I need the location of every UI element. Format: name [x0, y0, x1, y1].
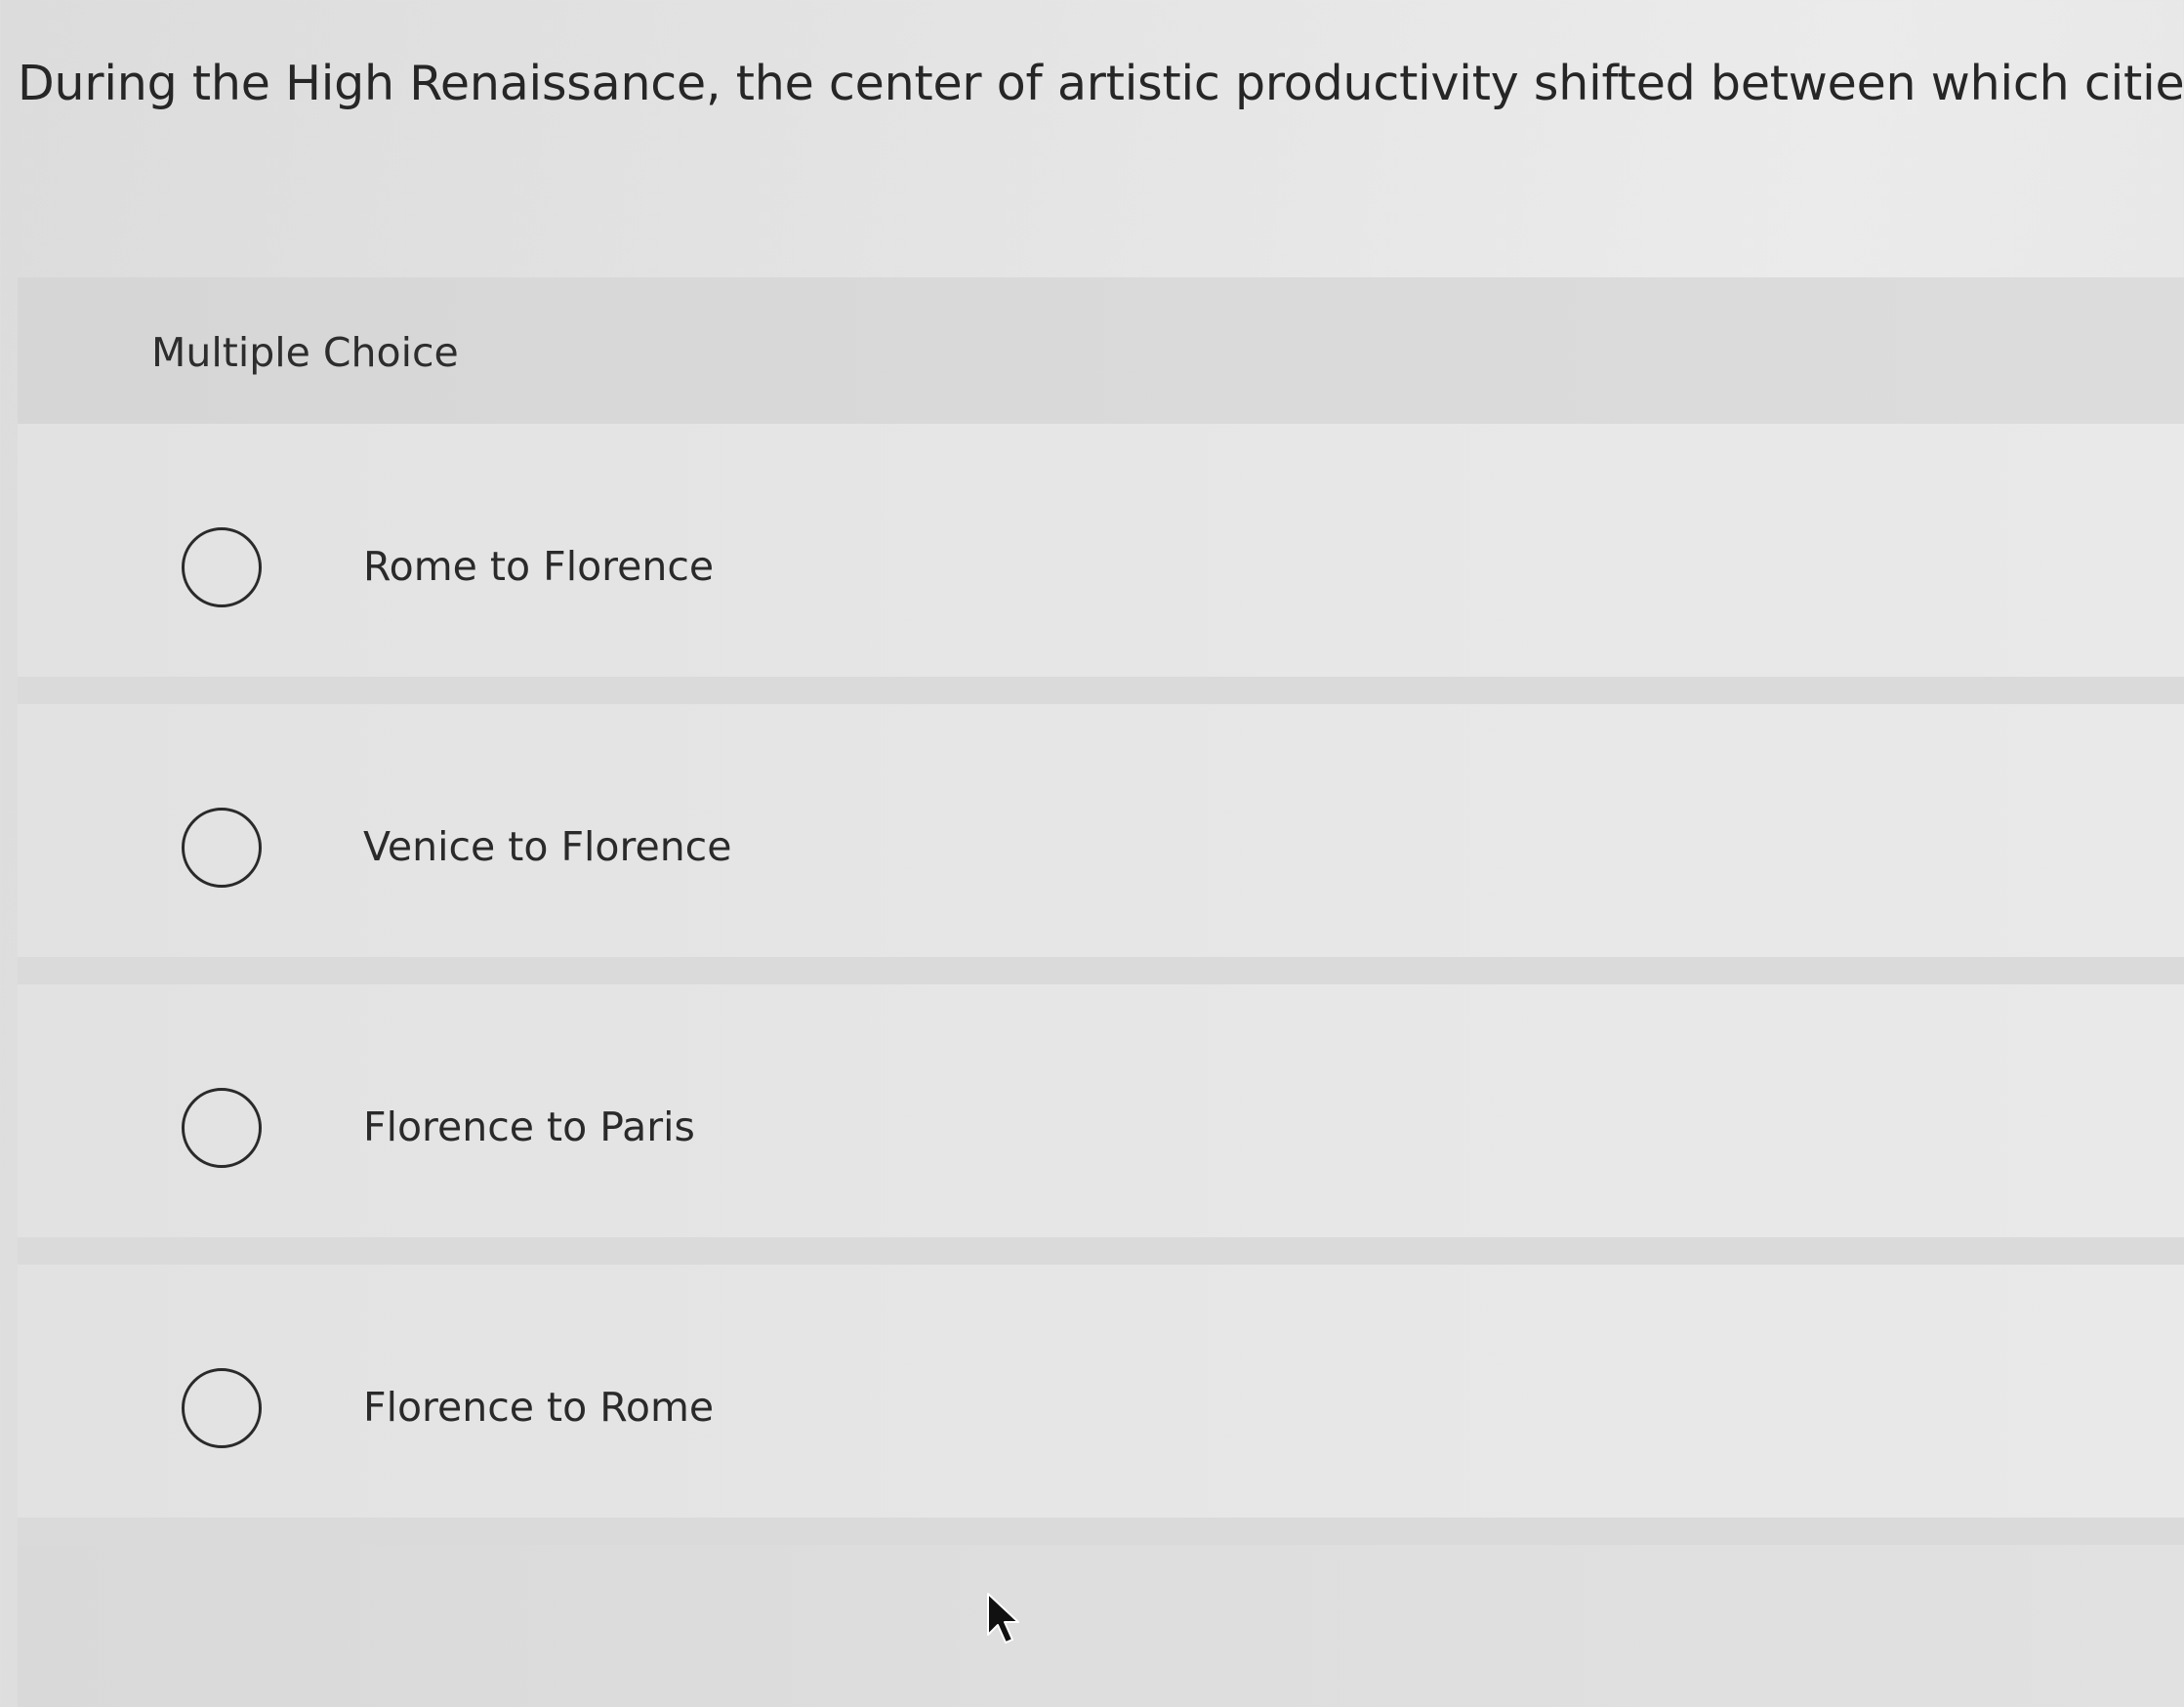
- choice-label: Florence to Rome: [363, 1384, 715, 1431]
- choice-option[interactable]: Florence to Rome: [18, 1265, 2184, 1545]
- radio-button-icon[interactable]: [182, 1088, 262, 1168]
- choice-option[interactable]: Rome to Florence: [18, 424, 2184, 704]
- choice-label: Rome to Florence: [363, 543, 715, 590]
- radio-button-icon[interactable]: [182, 527, 262, 607]
- choice-label: Venice to Florence: [363, 823, 732, 870]
- panel-header: Multiple Choice: [18, 277, 2184, 424]
- question-text: During the High Renaissance, the center …: [18, 56, 2184, 111]
- choice-option[interactable]: Florence to Paris: [18, 984, 2184, 1265]
- radio-button-icon[interactable]: [182, 1368, 262, 1448]
- question-type-label: Multiple Choice: [151, 329, 459, 376]
- choice-label: Florence to Paris: [363, 1103, 695, 1150]
- answer-panel: Multiple Choice Rome to Florence Venice …: [18, 277, 2184, 1707]
- mouse-pointer-icon: [987, 1593, 1019, 1644]
- radio-button-icon[interactable]: [182, 808, 262, 888]
- choice-list: Rome to Florence Venice to Florence Flor…: [18, 424, 2184, 1545]
- choice-option[interactable]: Venice to Florence: [18, 704, 2184, 984]
